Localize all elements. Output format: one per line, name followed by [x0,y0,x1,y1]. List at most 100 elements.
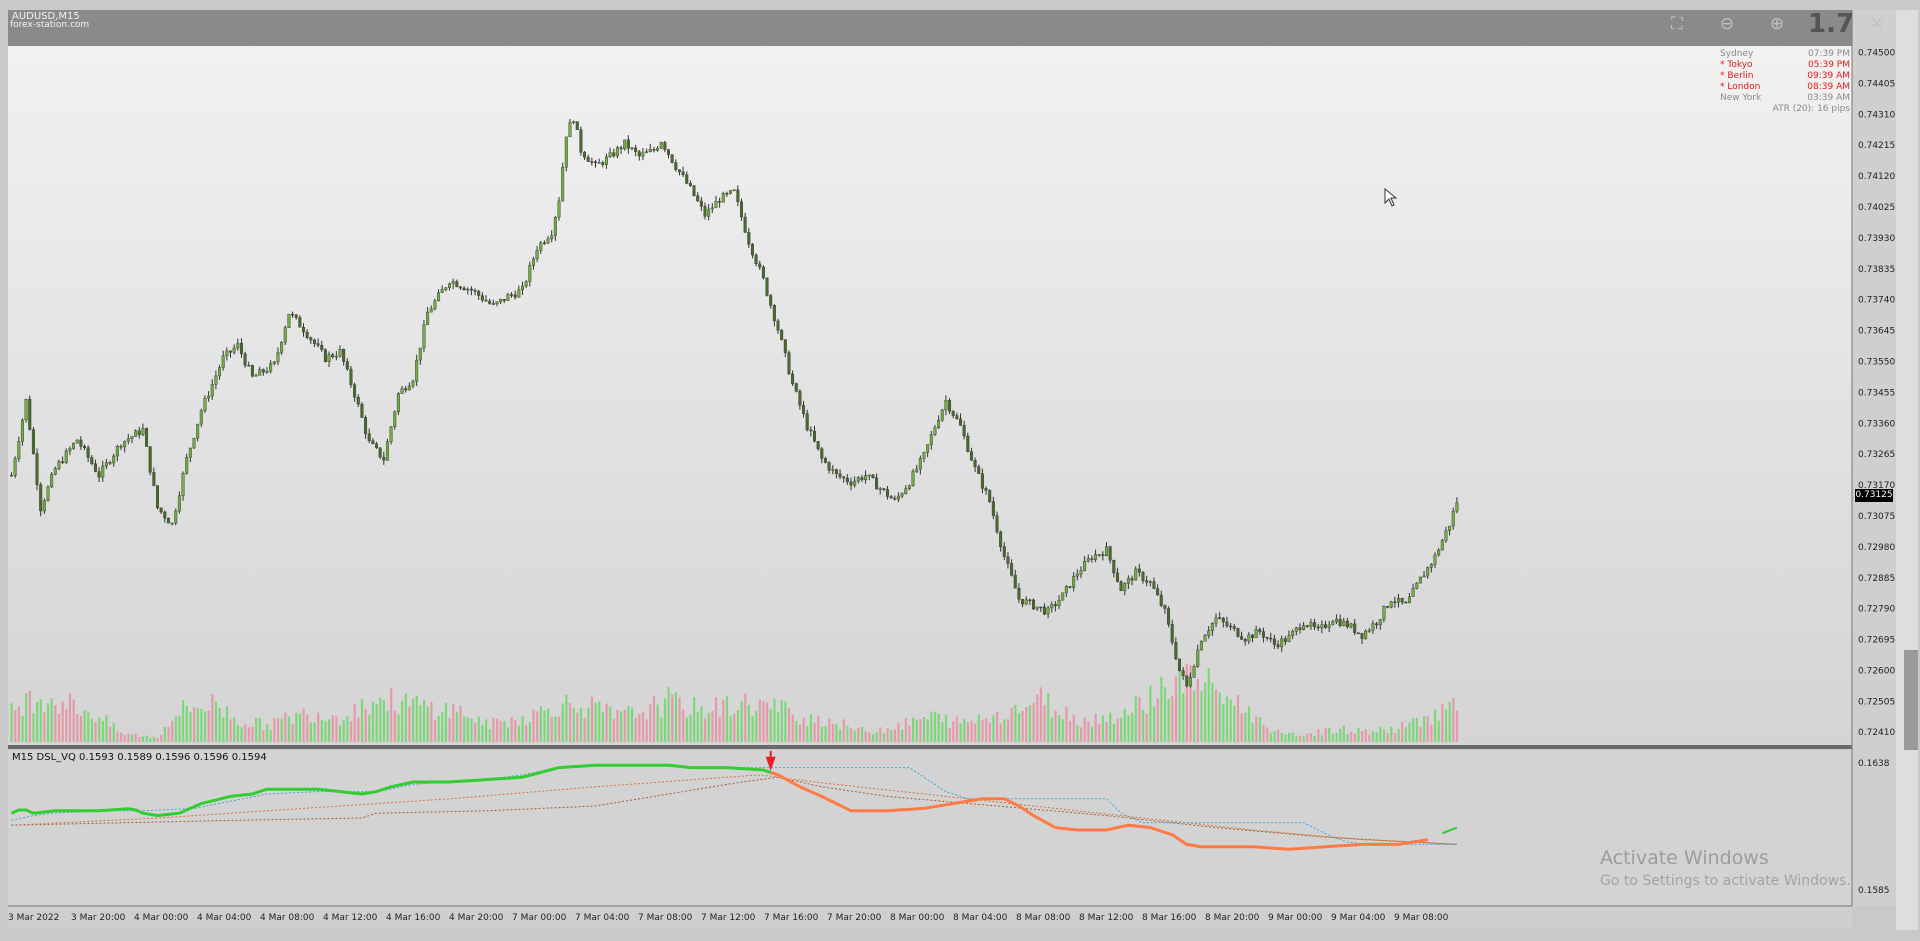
price-plot-area[interactable] [8,10,1852,745]
volume-bar [200,709,203,742]
y-tick-label: 0.73645 [1858,327,1895,337]
candle-body [1174,642,1178,660]
x-tick-label: 7 Mar 00:00 [512,913,567,923]
candle-body [1418,576,1422,584]
candle-body [1185,675,1189,687]
candle-body [466,288,470,291]
volume-bar [601,712,604,742]
candle-body [761,266,765,279]
volume-bar [1090,726,1094,742]
candle-body [506,294,510,301]
candle-body [261,369,265,373]
candle-body [137,430,141,436]
y-tick-label: 0.72885 [1858,574,1895,584]
candle-body [539,242,543,251]
candle-body [243,353,247,366]
volume-bar [1255,716,1258,742]
candle-body [747,232,751,245]
candle-body [966,435,970,452]
candle-body [674,162,678,170]
volume-bar [1426,715,1429,742]
volume-bar [1178,665,1181,742]
candle-body [228,350,232,353]
volume-bar [543,710,546,742]
volume-bar [1364,729,1367,742]
candle-body [1261,631,1265,638]
volume-bar [463,716,466,742]
candle-body [750,244,754,256]
volume-bar [1025,707,1028,742]
volume-bar [568,702,572,742]
price-chart[interactable]: 0.74500 0.74405 0.74310 0.74215 0.74120 0.740… [0,0,1920,941]
candle-body [1451,510,1455,527]
volume-bar [828,718,831,742]
candle-body [123,440,127,448]
volume-bar [357,717,360,742]
volume-bar [247,727,250,742]
volume-bar [441,712,444,742]
candle-body [1010,563,1014,576]
candle-body [1112,559,1116,574]
candle-body [1035,606,1039,610]
indicator-plot-area[interactable] [8,750,1852,906]
candle-body [535,250,539,260]
volume-bar [988,722,991,742]
x-tick-label: 4 Mar 12:00 [323,913,378,923]
volume-bar [1277,729,1280,742]
volume-bar [725,696,729,742]
volume-bar [609,706,612,742]
y-tick-label: 0.73075 [1858,512,1895,522]
volume-bar [276,718,280,742]
volume-bar [886,728,889,742]
candle-body [542,242,546,245]
volume-bar [864,731,867,742]
candle-body [929,434,933,445]
scrollbar[interactable] [1896,10,1918,930]
volume-bar [1236,694,1240,742]
volume-bar [149,737,152,742]
y-tick-label: 0.73265 [1858,450,1895,460]
zoom-out-icon[interactable]: ⊖ [1716,14,1738,34]
candle-body [962,425,966,437]
volume-bar [1444,709,1448,742]
candle-body [1342,620,1346,626]
candle-body [995,515,999,533]
candle-body [221,355,225,368]
candle-body [163,511,167,519]
candle-body [1021,599,1025,605]
volume-bar [141,736,145,742]
candle-body [940,409,944,421]
volume-bar [963,719,966,742]
volume-bar [718,717,721,742]
volume-bar [1331,733,1334,742]
volume-bar [470,718,473,742]
candle-body [1031,599,1035,610]
fullscreen-icon[interactable]: ⛶ [1666,14,1688,34]
volume-bar [397,714,400,742]
volume-bar [50,698,53,742]
volume-bar [433,719,437,742]
x-tick-label: 7 Mar 16:00 [764,913,819,923]
volume-bar [1455,710,1459,742]
candle-body [196,423,200,439]
candle-body [667,149,671,155]
candle-body [769,295,773,306]
candle-body [787,352,791,375]
volume-bar [444,702,448,742]
volume-bar [459,705,462,742]
scrollbar-thumb[interactable] [1904,650,1918,750]
close-icon[interactable]: ✕ [1866,14,1888,34]
volume-bar [193,707,196,742]
pane-divider[interactable] [8,745,1852,749]
candle-body [1389,601,1393,608]
candle-body [999,531,1003,548]
zoom-in-icon[interactable]: ⊕ [1766,14,1788,34]
candle-body [1210,622,1214,631]
volume-bar [28,690,31,742]
candle-body [1426,567,1430,577]
x-tick-labels: 3 Mar 2022 3 Mar 20:00 4 Mar 00:00 4 Mar 04… [8,913,1449,923]
volume-bar [802,717,805,742]
volume-bar [1350,731,1353,742]
candle-body [1455,502,1459,512]
candle-body [174,510,178,524]
